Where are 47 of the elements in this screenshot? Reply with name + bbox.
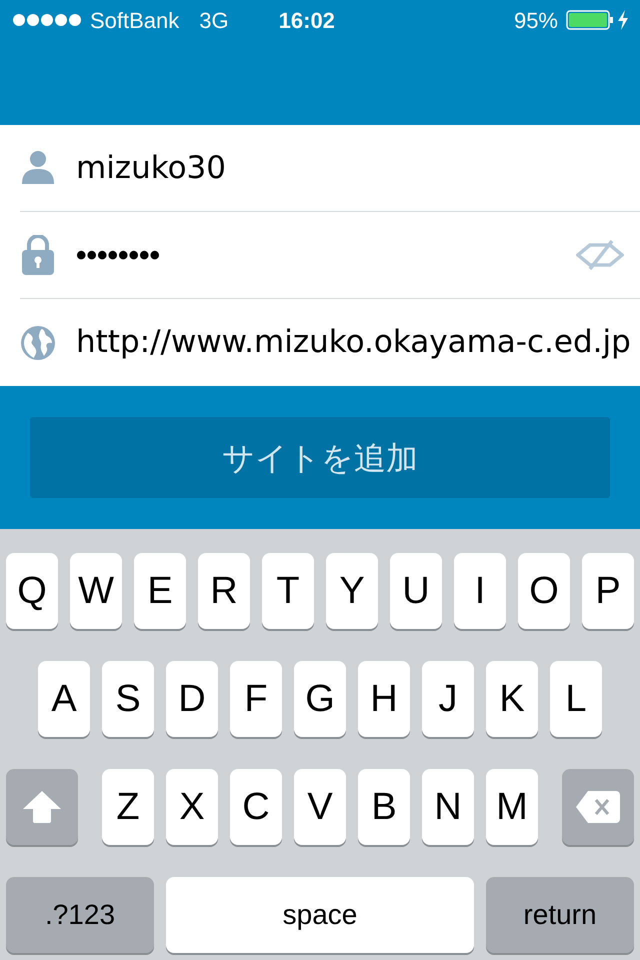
key[interactable]: V <box>294 769 346 845</box>
key[interactable]: H <box>358 661 410 737</box>
key[interactable]: R <box>198 553 250 629</box>
network-type: 3G <box>199 6 229 34</box>
key[interactable]: I <box>454 553 506 629</box>
key[interactable]: B <box>358 769 410 845</box>
return-key[interactable]: return <box>486 877 634 953</box>
battery-percentage: 95% <box>514 6 558 34</box>
username-field[interactable]: mizuko30 <box>76 144 640 192</box>
key[interactable]: W <box>70 553 122 629</box>
key[interactable]: K <box>486 661 538 737</box>
key[interactable]: T <box>262 553 314 629</box>
key[interactable]: S <box>102 661 154 737</box>
battery-icon <box>566 10 614 30</box>
backspace-key[interactable] <box>562 769 634 845</box>
numbers-key[interactable]: .?123 <box>6 877 154 953</box>
key[interactable]: F <box>230 661 282 737</box>
clock: 16:02 <box>278 6 335 34</box>
key[interactable]: E <box>134 553 186 629</box>
key[interactable]: X <box>166 769 218 845</box>
carrier-name: SoftBank <box>90 6 180 34</box>
key[interactable]: U <box>390 553 442 629</box>
key[interactable]: Q <box>6 553 58 629</box>
key[interactable]: P <box>582 553 634 629</box>
key[interactable]: Z <box>102 769 154 845</box>
url-field[interactable]: http://www.mizuko.okayama-c.ed.jp <box>76 319 640 366</box>
lock-icon <box>22 235 54 275</box>
key[interactable]: D <box>166 661 218 737</box>
key[interactable]: L <box>550 661 602 737</box>
person-icon <box>21 150 55 186</box>
key[interactable]: C <box>230 769 282 845</box>
key[interactable]: J <box>422 661 474 737</box>
add-site-button[interactable]: サイトを追加 <box>30 417 610 498</box>
globe-icon <box>20 324 56 360</box>
key[interactable]: A <box>38 661 90 737</box>
key[interactable]: M <box>486 769 538 845</box>
up-arrow-icon <box>23 791 61 823</box>
password-field[interactable]: •••••••• <box>76 232 576 278</box>
key[interactable]: Y <box>326 553 378 629</box>
shift-key[interactable] <box>6 769 78 845</box>
key[interactable]: N <box>422 769 474 845</box>
signal-icon <box>12 13 82 27</box>
backspace-icon <box>576 791 620 823</box>
space-key[interactable]: space <box>166 877 474 953</box>
key[interactable]: O <box>518 553 570 629</box>
eye-slash-icon[interactable] <box>576 237 624 273</box>
key[interactable]: G <box>294 661 346 737</box>
